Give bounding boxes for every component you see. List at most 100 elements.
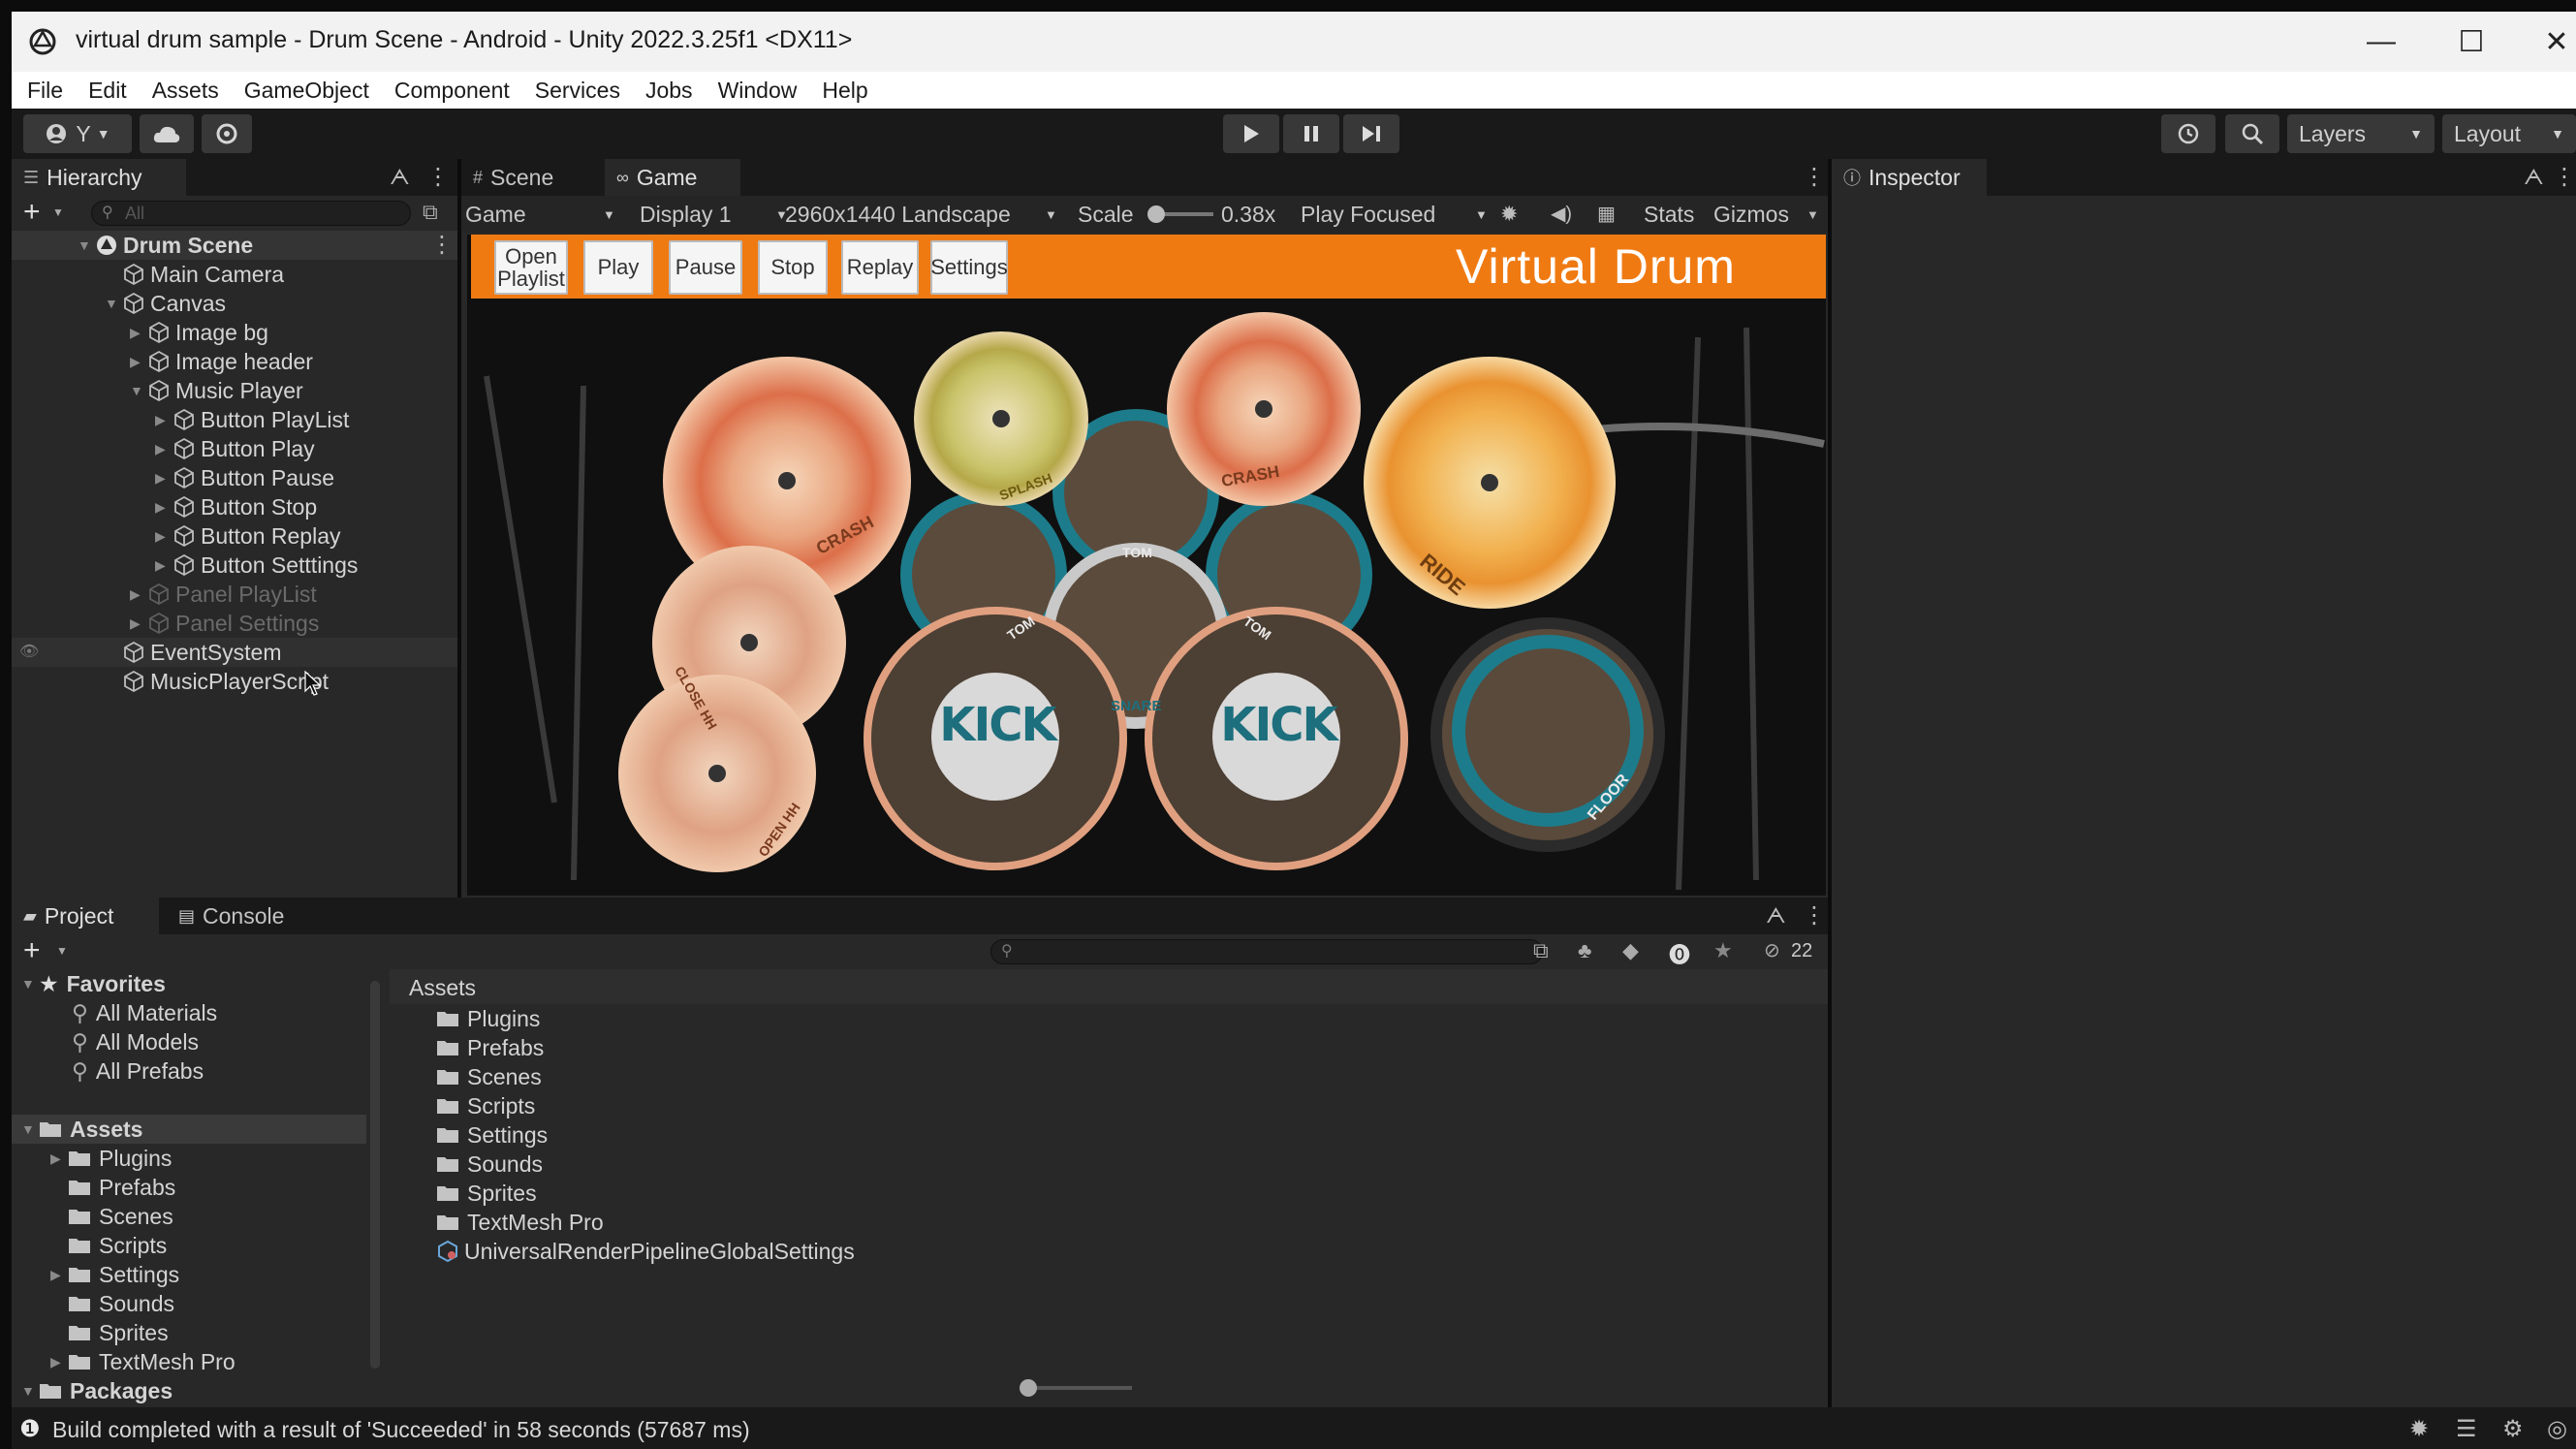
hierarchy-item[interactable]: ▶ Button Setttings <box>155 551 358 580</box>
stop-ui-button[interactable]: Stop <box>758 240 828 295</box>
tab-game[interactable]: ∞ Game <box>605 159 740 196</box>
resolution-dropdown[interactable]: 2960x1440 Landscape ▼ <box>785 196 1066 233</box>
menu-help[interactable]: Help <box>822 78 867 104</box>
replay-ui-button[interactable]: Replay <box>841 240 919 295</box>
expand-arrow-icon[interactable]: ▶ <box>130 586 143 603</box>
menu-services[interactable]: Services <box>535 78 620 104</box>
minimize-button[interactable]: — <box>2352 21 2410 62</box>
expand-arrow-icon[interactable]: ▶ <box>130 615 143 632</box>
game-mode-dropdown[interactable]: Game ▼ <box>465 196 620 233</box>
favorite-item[interactable]: ⚲ All Prefabs <box>72 1056 204 1086</box>
menu-gameobject[interactable]: GameObject <box>244 78 369 104</box>
file-list-item[interactable]: Plugins <box>436 1004 540 1033</box>
folder-item[interactable]: ▶ Settings <box>50 1260 179 1289</box>
folder-item[interactable]: Sounds <box>68 1289 174 1318</box>
cloud-button[interactable] <box>140 114 194 153</box>
pause-button[interactable] <box>1283 114 1339 153</box>
folder-item[interactable]: Scripts <box>68 1231 167 1260</box>
hierarchy-item[interactable]: ▼ Canvas <box>105 289 226 318</box>
lock-icon[interactable]: ᗅ <box>390 165 410 190</box>
hierarchy-item[interactable]: ▶ Button Play <box>155 434 315 463</box>
menu-component[interactable]: Component <box>394 78 510 104</box>
expand-arrow-icon[interactable]: ▶ <box>155 557 169 574</box>
expand-arrow-icon[interactable]: ▶ <box>155 528 169 545</box>
expand-arrow-icon[interactable]: ▶ <box>155 412 169 428</box>
hierarchy-item[interactable]: EventSystem <box>122 638 282 667</box>
expand-arrow-icon[interactable]: ▶ <box>155 470 169 487</box>
expand-arrow-icon[interactable]: ▶ <box>155 499 169 516</box>
chevron-down-icon[interactable]: ▼ <box>56 944 68 958</box>
expand-arrow-icon[interactable]: ▼ <box>21 976 35 992</box>
tab-inspector[interactable]: ⓘ Inspector <box>1832 159 1987 196</box>
expand-arrow-icon[interactable]: ▶ <box>50 1354 64 1370</box>
file-list-item[interactable]: Prefabs <box>436 1033 544 1062</box>
progress-icon[interactable]: ◎ <box>2547 1415 2567 1443</box>
play-ui-button[interactable]: Play <box>583 240 653 295</box>
menu-window[interactable]: Window <box>718 78 798 104</box>
hierarchy-item[interactable]: Main Camera <box>122 260 284 289</box>
gizmos-button[interactable]: Gizmos <box>1713 196 1789 233</box>
expand-arrow-icon[interactable]: ▶ <box>50 1150 64 1167</box>
scene-row[interactable]: ▼ Drum Scene <box>78 231 253 260</box>
audio-mute-icon[interactable]: ◀) <box>1551 202 1572 226</box>
packages-row[interactable]: ▼ Packages <box>21 1376 173 1405</box>
hierarchy-item[interactable]: ▶ Image bg <box>130 318 268 347</box>
folder-item[interactable]: Sprites <box>68 1318 169 1347</box>
project-search-input[interactable]: ⚲ <box>990 939 1543 964</box>
file-list-item[interactable]: Scenes <box>436 1062 542 1091</box>
file-list-item[interactable]: TextMesh Pro <box>436 1208 604 1237</box>
tab-hierarchy[interactable]: ☰ Hierarchy <box>12 159 186 196</box>
stats-button[interactable]: Stats <box>1644 196 1694 233</box>
file-list-item[interactable]: UniversalRenderPipelineGlobalSettings <box>436 1237 855 1266</box>
expand-arrow-icon[interactable]: ▼ <box>21 1383 35 1399</box>
favorites-row[interactable]: ▼ ★ Favorites <box>21 969 166 998</box>
step-button[interactable] <box>1343 114 1399 153</box>
hierarchy-item[interactable]: ▶ Button Stop <box>155 492 317 521</box>
file-list-item[interactable]: Sprites <box>436 1179 537 1208</box>
more-options-icon[interactable]: ⋮ <box>1803 901 1826 929</box>
status-message[interactable]: Build completed with a result of 'Succee… <box>52 1417 750 1443</box>
play-button[interactable] <box>1223 114 1279 153</box>
expand-arrow-icon[interactable]: ▼ <box>130 383 143 398</box>
cache-server-icon[interactable]: ☰ <box>2456 1415 2477 1443</box>
pause-ui-button[interactable]: Pause <box>669 240 742 295</box>
chevron-down-icon[interactable]: ▼ <box>1806 207 1819 222</box>
folder-item[interactable]: Prefabs <box>68 1173 175 1202</box>
display-dropdown[interactable]: Display 1 ▼ <box>640 196 795 233</box>
hierarchy-item[interactable]: ▶ Button Replay <box>155 521 340 551</box>
settings-ui-button[interactable]: Settings <box>930 240 1008 295</box>
account-button[interactable]: Y ▼ <box>23 114 132 153</box>
scale-slider-thumb[interactable] <box>1147 205 1165 223</box>
hierarchy-item[interactable]: MusicPlayerScript <box>122 667 329 696</box>
lock-icon[interactable]: ᗅ <box>1766 903 1786 929</box>
lock-icon[interactable]: ᗅ <box>2524 165 2544 190</box>
debug-icon[interactable]: ✹ <box>2409 1415 2429 1443</box>
auto-generate-lighting-icon[interactable]: ⚙ <box>2502 1415 2524 1443</box>
expand-arrow-icon[interactable]: ▶ <box>130 354 143 370</box>
favorite-item[interactable]: ⚲ All Materials <box>72 998 217 1027</box>
more-options-icon[interactable]: ⋮ <box>426 163 450 191</box>
expand-arrow-icon[interactable]: ▼ <box>105 296 118 311</box>
icon-size-slider-thumb[interactable] <box>1020 1379 1037 1397</box>
add-icon[interactable]: + <box>23 934 41 967</box>
filter-icon[interactable]: ⧉ <box>423 200 438 225</box>
menu-jobs[interactable]: Jobs <box>645 78 693 104</box>
expand-arrow-icon[interactable]: ▶ <box>155 441 169 457</box>
breadcrumb-assets[interactable]: Assets <box>409 975 476 1001</box>
icon-size-slider[interactable] <box>1025 1386 1132 1390</box>
tab-project[interactable]: ▰ Project <box>12 898 159 934</box>
warning-icon[interactable]: ⓿ <box>1669 938 1690 969</box>
file-list-item[interactable]: Settings <box>436 1120 548 1150</box>
undo-history-button[interactable] <box>2161 114 2215 153</box>
hierarchy-search-input[interactable]: ⚲ All <box>91 201 411 226</box>
expand-arrow-icon[interactable]: ▼ <box>21 1121 35 1137</box>
hierarchy-item-inactive[interactable]: ▶ Panel PlayList <box>130 580 317 609</box>
maximize-button[interactable]: ☐ <box>2442 21 2500 62</box>
folder-item[interactable]: Scenes <box>68 1202 173 1231</box>
menu-edit[interactable]: Edit <box>88 78 127 104</box>
more-options-icon[interactable]: ⋮ <box>430 231 454 259</box>
collab-button[interactable] <box>202 114 252 153</box>
layers-dropdown[interactable]: Layers ▼ <box>2287 114 2435 153</box>
expand-arrow-icon[interactable]: ▶ <box>130 325 143 341</box>
game-view[interactable]: KICK KICK CRASH CRASH SPLASH RIDE CLOSE … <box>467 235 1826 896</box>
